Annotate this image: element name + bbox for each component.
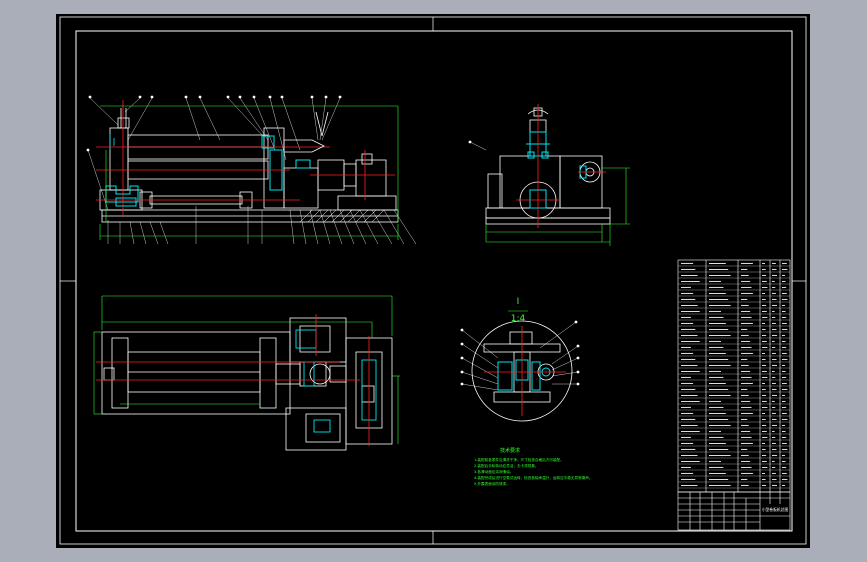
drawing-name: 小型卷板机总图 [762,507,789,512]
note-item: 5.外露表面涂防锈漆。 [474,481,510,486]
note-item: 3.各滑动面应涂润滑油。 [474,469,513,474]
drawing-sheet: I 1:4 技术要求 1.装配前各零件应清洗干净，尺寸检查合格后方可装配。 2.… [56,14,810,548]
note-item: 1.装配前各零件应清洗干净，尺寸检查合格后方可装配。 [474,457,564,462]
note-item: 4.装配完成后进行空载试运转，检查各轴承温升，运转应平稳无异常噪声。 [474,475,592,480]
cad-viewport[interactable]: I 1:4 技术要求 1.装配前各零件应清洗干净，尺寸检查合格后方可装配。 2.… [0,0,867,562]
detail-label: I [517,297,520,307]
detail-scale: 1:4 [511,314,526,324]
note-item: 2.装配后手轮转动应灵活，无卡滞现象。 [474,463,539,468]
notes-title: 技术要求 [500,447,520,454]
